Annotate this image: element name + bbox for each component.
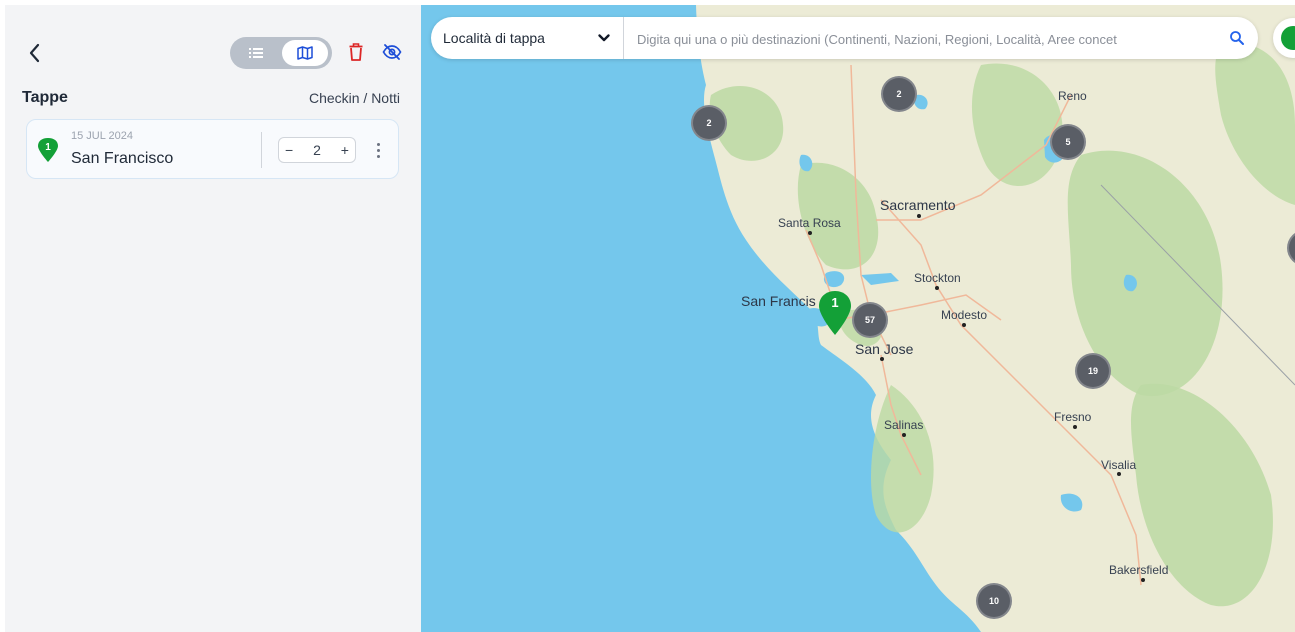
stage-divider: [261, 132, 262, 168]
search-bar: Località di tappa: [431, 17, 1258, 59]
avatar: [1281, 26, 1295, 50]
increment-button[interactable]: +: [341, 142, 349, 158]
stage-pin-icon: 1: [37, 137, 59, 168]
city-label-sacramento: Sacramento: [880, 197, 956, 213]
kebab-dot-icon: [376, 154, 380, 158]
stage-date: 15 JUL 2024: [71, 130, 133, 142]
select-value: Località di tappa: [443, 30, 545, 46]
map-view-button[interactable]: [282, 40, 328, 66]
stage-city: San Francisco: [71, 150, 174, 167]
back-button[interactable]: [23, 41, 47, 65]
app: Tappe Checkin / Notti 1 15 JUL 2024 San …: [5, 5, 1295, 632]
search-button[interactable]: [1226, 27, 1248, 49]
map-stage-pin[interactable]: 1: [817, 289, 853, 337]
city-label-san-francisco: San Francis: [741, 293, 816, 309]
sidebar: Tappe Checkin / Notti 1 15 JUL 2024 San …: [5, 5, 421, 632]
kebab-dot-icon: [376, 142, 380, 146]
nights-value: 2: [313, 142, 321, 158]
city-label-bakersfield: Bakersfield: [1109, 563, 1169, 577]
chevron-down-icon: [598, 34, 610, 42]
view-toggle: [230, 37, 332, 69]
city-label-fresno: Fresno: [1054, 410, 1092, 424]
city-dot: [962, 323, 966, 327]
destination-type-select[interactable]: Località di tappa: [431, 17, 624, 59]
map-cluster-marker[interactable]: 10: [976, 583, 1012, 619]
list-view-button[interactable]: [234, 41, 278, 65]
list-icon: [249, 48, 263, 58]
city-label-stockton: Stockton: [914, 271, 961, 285]
checkin-nights-label: Checkin / Notti: [308, 90, 400, 106]
city-dot: [1073, 425, 1077, 429]
city-label-visalia: Visalia: [1101, 458, 1137, 472]
city-label-reno: Reno: [1058, 89, 1087, 103]
hide-button[interactable]: [380, 41, 404, 63]
delete-button[interactable]: [345, 41, 367, 63]
city-label-san-jose: San Jose: [855, 341, 914, 357]
section-title: Tappe: [22, 89, 68, 106]
city-label-santa-rosa: Santa Rosa: [778, 216, 841, 230]
stage-card[interactable]: 1 15 JUL 2024 San Francisco − 2 +: [26, 119, 399, 179]
kebab-dot-icon: [376, 148, 380, 152]
city-label-salinas: Salinas: [884, 418, 924, 432]
chevron-left-icon: [29, 43, 40, 63]
map-cluster-marker[interactable]: 2: [881, 76, 917, 112]
map-view[interactable]: Reno Sacramento Santa Rosa Stockton San …: [421, 5, 1295, 632]
nights-stepper: − 2 +: [278, 137, 356, 163]
trash-icon: [349, 43, 363, 61]
map-cluster-marker[interactable]: 57: [852, 302, 888, 338]
map-cluster-marker[interactable]: 2: [691, 105, 727, 141]
search-icon: [1230, 31, 1244, 45]
city-dot: [902, 433, 906, 437]
city-dot: [1117, 472, 1121, 476]
map-cluster-marker[interactable]: 19: [1075, 353, 1111, 389]
city-dot: [808, 231, 812, 235]
city-label-modesto: Modesto: [941, 308, 988, 322]
map-icon: [297, 46, 313, 60]
city-dot: [880, 357, 884, 361]
city-dot: [917, 214, 921, 218]
map-pin-number: 1: [831, 295, 839, 310]
city-dot: [1141, 578, 1145, 582]
eye-off-icon: [382, 44, 402, 60]
city-dot: [935, 286, 939, 290]
stage-number: 1: [45, 142, 51, 153]
more-options-button[interactable]: [372, 138, 384, 162]
map-cluster-marker[interactable]: 5: [1050, 124, 1086, 160]
destination-search-input[interactable]: [635, 25, 1199, 53]
decrement-button[interactable]: −: [285, 142, 293, 158]
